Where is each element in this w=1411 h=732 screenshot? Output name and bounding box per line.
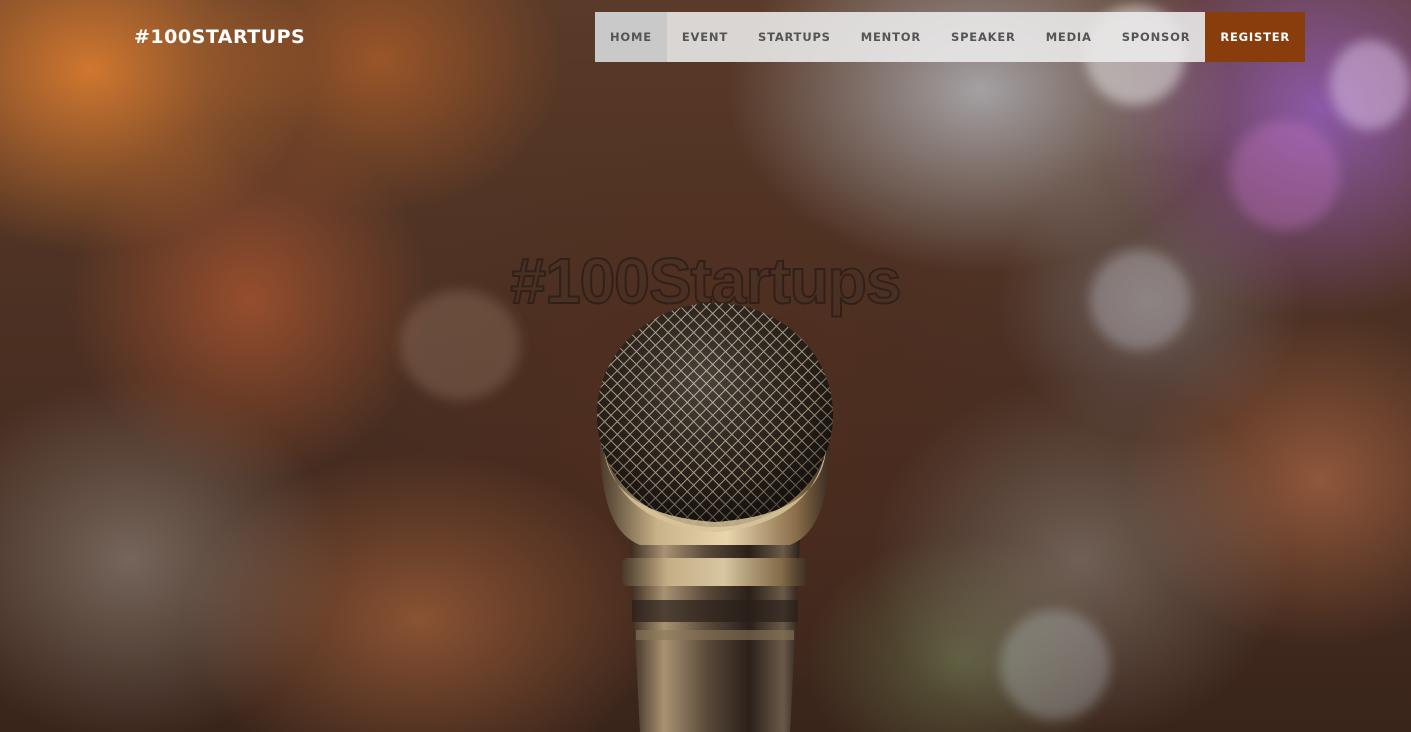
nav-item-event[interactable]: EVENT [667, 12, 743, 62]
site-logo[interactable]: #100STARTUPS [134, 26, 305, 48]
nav-item-media[interactable]: MEDIA [1031, 12, 1107, 62]
microphone-image [597, 303, 833, 732]
nav-item-speaker[interactable]: SPEAKER [936, 12, 1031, 62]
register-button[interactable]: REGISTER [1205, 12, 1306, 62]
nav-item-mentor[interactable]: MENTOR [846, 12, 936, 62]
nav-item-sponsor[interactable]: SPONSOR [1107, 12, 1206, 62]
nav-item-startups[interactable]: STARTUPS [743, 12, 846, 62]
nav-item-home[interactable]: HOME [595, 12, 667, 62]
main-nav: HOME EVENT STARTUPS MENTOR SPEAKER MEDIA… [595, 12, 1306, 62]
